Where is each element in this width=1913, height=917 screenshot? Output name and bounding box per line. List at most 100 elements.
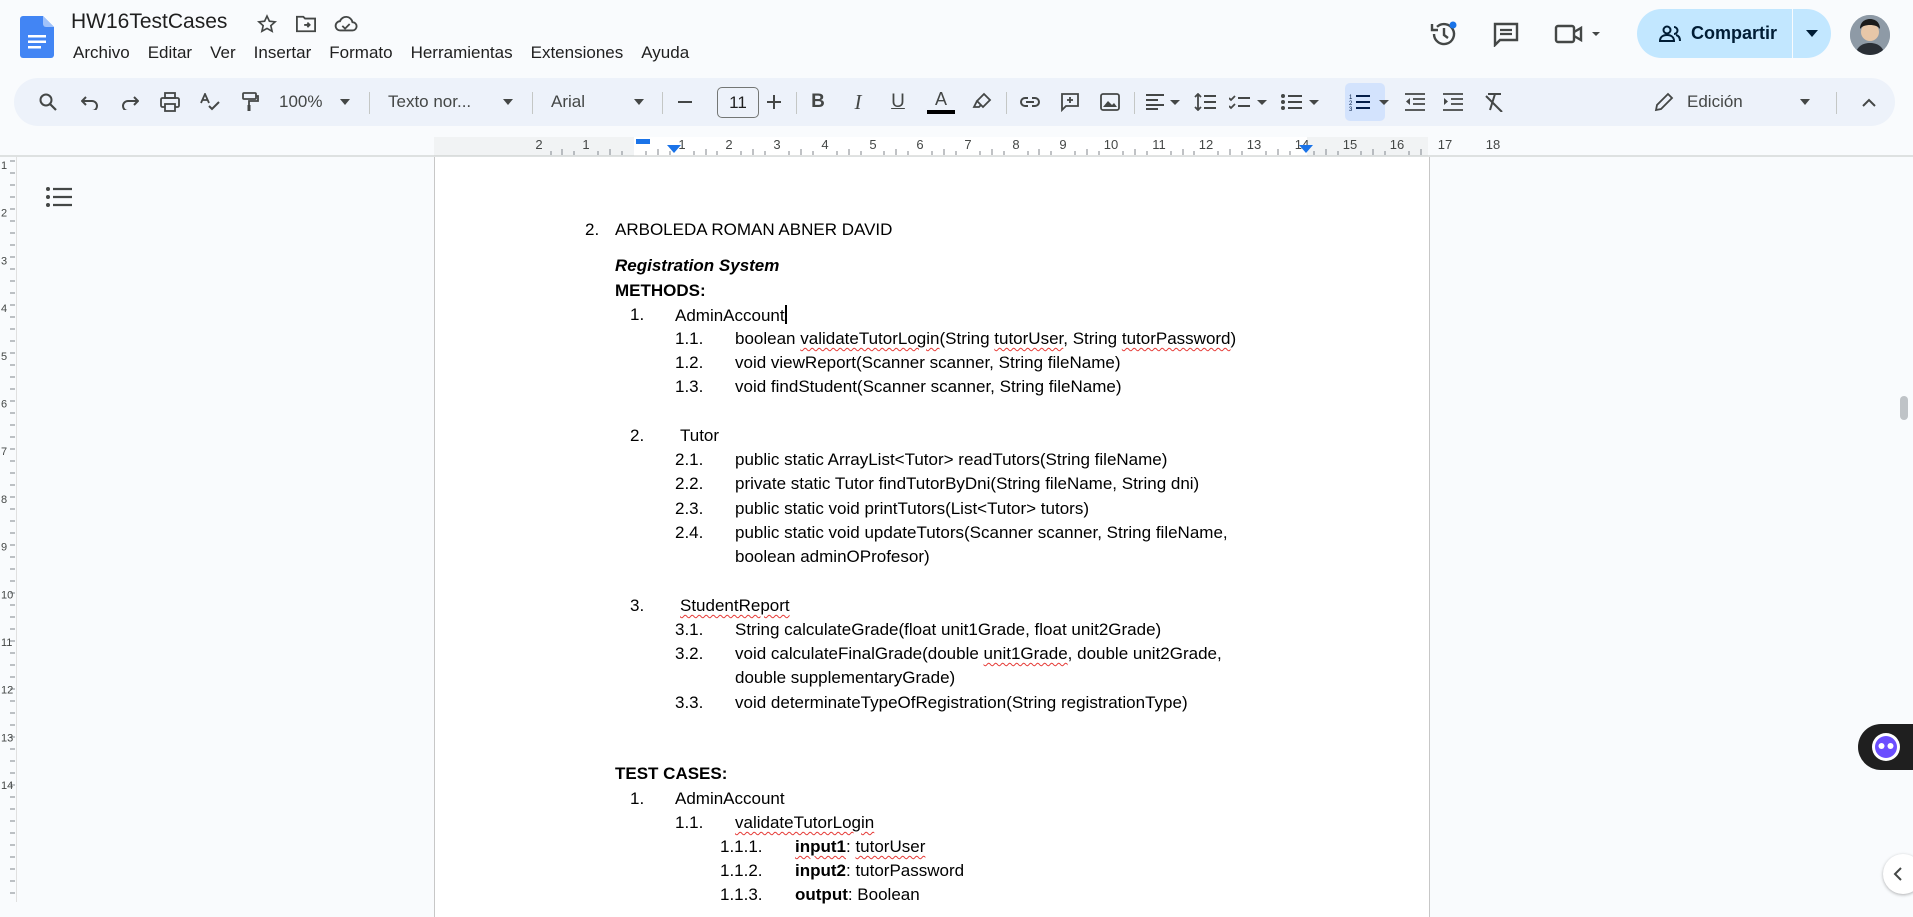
paragraph-style-select[interactable]: Texto nor... — [388, 92, 471, 112]
insert-link-icon[interactable] — [1018, 90, 1042, 114]
clear-formatting-icon[interactable] — [1482, 90, 1506, 114]
undo-icon[interactable] — [78, 90, 102, 114]
style-caret-icon[interactable] — [501, 90, 515, 114]
text-span: void calculateFinalGrade(double — [735, 644, 984, 663]
toolbar-divider — [1836, 92, 1837, 114]
font-caret-icon[interactable] — [632, 90, 646, 114]
first-line-indent-marker[interactable] — [636, 139, 650, 144]
misspelled-word[interactable]: validateTutorLogin — [800, 329, 939, 348]
menu-insertar[interactable]: Insertar — [245, 42, 321, 64]
list-number: 3.1. — [675, 620, 704, 639]
menu-extensiones[interactable]: Extensiones — [522, 42, 633, 64]
paint-format-icon[interactable] — [238, 90, 262, 114]
numbered-list-icon[interactable]: 123 — [1349, 90, 1393, 114]
menu-formato[interactable]: Formato — [320, 42, 401, 64]
list-number: 1.1.2. — [720, 861, 763, 880]
ruler-label: 14 — [1, 780, 13, 792]
ruler-label: 15 — [1343, 137, 1357, 152]
toolbar-divider — [532, 92, 533, 114]
ruler-label: 8 — [1012, 137, 1019, 152]
ruler-label: 10 — [1, 589, 13, 601]
account-avatar[interactable] — [1850, 15, 1890, 55]
text-span: , String — [1063, 329, 1122, 348]
line-spacing-icon[interactable] — [1192, 90, 1218, 114]
document-outline-icon[interactable] — [46, 186, 72, 208]
font-select[interactable]: Arial — [551, 92, 585, 112]
checklist-icon[interactable] — [1228, 90, 1270, 114]
mode-caret-icon[interactable] — [1798, 90, 1812, 114]
assistant-bubble[interactable] — [1858, 724, 1913, 770]
vertical-ruler-labels: 1234567891011121314 — [1, 160, 13, 792]
decrease-indent-icon[interactable] — [1402, 90, 1428, 114]
scrollbar-thumb[interactable] — [1900, 396, 1908, 420]
document-title[interactable]: HW16TestCases — [71, 10, 227, 34]
vertical-ruler[interactable]: 1234567891011121314 — [0, 157, 17, 902]
field-label: input2 — [795, 861, 846, 880]
formatting-toolbar: 100% Texto nor... Arial 11 B I U A 1 2 3… — [14, 78, 1895, 126]
ruler-label: 12 — [1199, 137, 1213, 152]
cloud-status-icon[interactable] — [334, 12, 358, 36]
share-button[interactable]: Compartir — [1637, 9, 1792, 58]
ruler-label: 6 — [1, 399, 7, 411]
editing-mode-select[interactable]: Edición — [1687, 92, 1743, 112]
underline-icon[interactable]: U — [886, 90, 910, 114]
list-number: 1.1.3. — [720, 885, 763, 904]
misspelled-word[interactable]: tutorPassword — [1122, 329, 1231, 348]
ruler-label: 4 — [821, 137, 828, 152]
menu-ayuda[interactable]: Ayuda — [632, 42, 698, 64]
hide-menus-chevron-icon[interactable] — [1857, 90, 1881, 114]
menu-archivo[interactable]: Archivo — [64, 42, 139, 64]
list-number: 2.1. — [675, 450, 704, 469]
author-name: ARBOLEDA ROMAN ABNER DAVID — [615, 220, 893, 239]
toolbar-divider — [369, 92, 370, 114]
misspelled-word[interactable]: unit1Grade — [984, 644, 1068, 663]
menu-editar[interactable]: Editar — [139, 42, 201, 64]
add-people-icon — [1659, 25, 1681, 42]
side-panel-toggle[interactable] — [1883, 854, 1913, 894]
menu-herramientas[interactable]: Herramientas — [402, 42, 522, 64]
highlight-color-icon[interactable] — [970, 90, 994, 114]
list-number: 2.4. — [675, 523, 704, 542]
increase-font-size-icon[interactable] — [762, 90, 786, 114]
font-size-input[interactable]: 11 — [717, 87, 759, 118]
toolbar-divider — [796, 92, 797, 114]
share-dropdown-button[interactable] — [1793, 9, 1831, 58]
meet-video-icon[interactable] — [1554, 16, 1606, 52]
ruler-label: 6 — [916, 137, 923, 152]
field-label: input1 — [795, 837, 846, 856]
list-item-continuation: boolean adminOProfesor) — [735, 547, 930, 566]
edit-pencil-icon[interactable] — [1652, 90, 1676, 114]
comments-icon[interactable] — [1488, 16, 1524, 52]
bold-icon[interactable]: B — [806, 90, 830, 114]
text-color-icon[interactable]: A — [926, 90, 956, 114]
misspelled-word[interactable]: tutorUser — [855, 837, 925, 856]
move-folder-icon[interactable] — [294, 12, 318, 36]
ruler-label: 8 — [1, 494, 7, 506]
spellcheck-icon[interactable] — [198, 90, 222, 114]
align-menu-icon[interactable] — [1144, 90, 1184, 114]
increase-indent-icon[interactable] — [1440, 90, 1466, 114]
search-menus-icon[interactable] — [36, 90, 60, 114]
ruler-labels: 2 1 1 2 3 4 5 6 7 8 9 10 11 12 13 14 15 16 17 18 — [535, 137, 1500, 152]
zoom-caret-icon[interactable] — [338, 90, 352, 114]
redo-icon[interactable] — [118, 90, 142, 114]
add-comment-icon[interactable] — [1058, 90, 1082, 114]
italic-icon[interactable]: I — [846, 90, 870, 114]
ruler-label: 12 — [1, 685, 13, 697]
insert-image-icon[interactable] — [1098, 90, 1122, 114]
bulleted-list-icon[interactable] — [1280, 90, 1322, 114]
misspelled-word[interactable]: tutorUser — [994, 329, 1063, 348]
docs-logo-icon[interactable] — [20, 16, 54, 58]
version-history-icon[interactable] — [1426, 16, 1462, 52]
zoom-select[interactable]: 100% — [279, 92, 322, 112]
list-item: void findStudent(Scanner scanner, String… — [735, 377, 1122, 396]
system-title: Registration System — [615, 256, 780, 275]
decrease-font-size-icon[interactable] — [673, 90, 697, 114]
list-item: input2: tutorPassword — [795, 861, 964, 881]
caret-down-icon — [1805, 29, 1818, 37]
menu-bar: Archivo Editar Ver Insertar Formato Herr… — [64, 42, 698, 64]
star-icon[interactable] — [255, 12, 279, 36]
print-icon[interactable] — [158, 90, 182, 114]
horizontal-ruler[interactable]: 2 1 1 2 3 4 5 6 7 8 9 10 11 12 13 14 15 16 17 18 — [0, 131, 1913, 157]
menu-ver[interactable]: Ver — [201, 42, 245, 64]
